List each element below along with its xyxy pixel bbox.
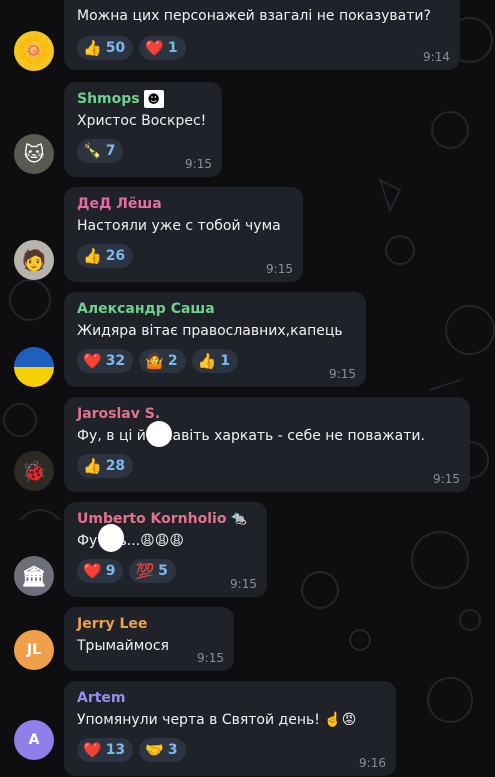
message-text: Фу, в ці й а навіть харкать - себе не по… bbox=[77, 428, 425, 444]
avatar[interactable]: JL bbox=[14, 630, 54, 670]
reaction-thumbs-up[interactable]: 👍 1 bbox=[191, 349, 239, 373]
message-bubble[interactable]: Александр Саша Жидяра вітає православних… bbox=[64, 292, 366, 387]
message-bubble[interactable]: Umberto Kornholio 🐀 Фу ать...😩😩😩 ❤️ 9 💯 5 … bbox=[64, 502, 267, 597]
reactions: 👍 28 bbox=[77, 454, 458, 478]
message-bubble[interactable]: Можна цих персонажей взагалі не показува… bbox=[64, 0, 460, 70]
rat-icon: 🐀 bbox=[230, 511, 247, 526]
reactions: ❤️ 32 🤷 2 👍 1 bbox=[77, 349, 354, 373]
reaction-heart[interactable]: ❤️ 9 bbox=[77, 559, 124, 583]
message-text: Можна цих персонажей взагалі не показува… bbox=[77, 8, 431, 24]
timestamp: 9:15 bbox=[266, 262, 293, 276]
reaction-heart[interactable]: ❤️ 1 bbox=[139, 36, 186, 60]
redaction-blob bbox=[146, 421, 172, 447]
reactions: ❤️ 9 💯 5 bbox=[77, 559, 255, 583]
reaction-heart[interactable]: ❤️ 13 bbox=[77, 738, 134, 762]
reaction-thumbs-up[interactable]: 👍 26 bbox=[77, 244, 134, 268]
message-bubble[interactable]: Jerry Lee Трымаймося 9:15 bbox=[64, 607, 234, 671]
sender-name: Artem bbox=[77, 690, 126, 706]
timestamp: 9:16 bbox=[359, 756, 386, 770]
timestamp: 9:15 bbox=[185, 157, 212, 171]
reactions: ❤️ 13 🤝 3 bbox=[77, 738, 384, 762]
reaction-thumbs-up[interactable]: 👍 28 bbox=[77, 454, 134, 478]
reaction-handshake[interactable]: 🤝 3 bbox=[139, 738, 186, 762]
message-text: Христос Воскрес! bbox=[77, 113, 207, 129]
timestamp: 9:15 bbox=[230, 577, 257, 591]
message-bubble[interactable]: Jaroslav S. Фу, в ці й а навіть харкать … bbox=[64, 397, 470, 492]
avatar-initials: JL bbox=[26, 642, 42, 658]
reaction-thumbs-up[interactable]: 👍 50 bbox=[77, 36, 134, 60]
timestamp: 9:14 bbox=[423, 50, 450, 64]
photo-avatar-icon: 🏛 bbox=[21, 564, 47, 588]
avatar[interactable]: 🐱 bbox=[14, 134, 54, 174]
sender-name: Jaroslav S. bbox=[77, 406, 161, 422]
troll-face-icon: ☻ bbox=[143, 90, 164, 108]
sender-name: ДеД Лёша bbox=[77, 196, 162, 212]
sender-name: Shmops ☻ bbox=[77, 90, 210, 108]
avatar[interactable] bbox=[14, 347, 54, 387]
message-text: Жидяра вітає православних,капець bbox=[77, 323, 343, 339]
message-bubble[interactable]: Shmops ☻ Христос Воскрес! 🍾 7 9:15 bbox=[64, 82, 222, 177]
sender-name: Jerry Lee bbox=[77, 616, 148, 632]
person-avatar-icon: 🧑 bbox=[21, 248, 47, 272]
avatar[interactable]: 🏛 bbox=[14, 556, 54, 596]
timestamp: 9:15 bbox=[197, 651, 224, 665]
avatar[interactable]: A bbox=[14, 720, 54, 760]
avatar[interactable]: 🌼 bbox=[14, 31, 54, 71]
reaction-shrug[interactable]: 🤷 2 bbox=[139, 349, 186, 373]
redaction-blob bbox=[98, 524, 124, 552]
reaction-champagne[interactable]: 🍾 7 bbox=[77, 139, 124, 163]
avatar[interactable]: 🧑 bbox=[14, 240, 54, 280]
message-bubble[interactable]: Artem Упомянули черта в Святой день! ☝️😡… bbox=[64, 681, 396, 776]
timestamp: 9:15 bbox=[433, 472, 460, 486]
bug-avatar-icon: 🐞 bbox=[21, 459, 47, 483]
reaction-heart[interactable]: ❤️ 32 bbox=[77, 349, 134, 373]
timestamp: 9:15 bbox=[329, 367, 356, 381]
message-bubble[interactable]: ДеД Лёша Настояли уже с тобой чума 👍 26 9… bbox=[64, 187, 303, 282]
avatar-initials: A bbox=[28, 732, 40, 748]
avatar[interactable]: 🐞 bbox=[14, 451, 54, 491]
reaction-hundred[interactable]: 💯 5 bbox=[129, 559, 176, 583]
cat-avatar-icon: 🐱 bbox=[23, 142, 45, 166]
message-text: Упомянули черта в Святой день! ☝️😡 bbox=[77, 712, 357, 728]
reactions: 👍 26 bbox=[77, 244, 291, 268]
dandelion-icon: 🌼 bbox=[17, 36, 51, 66]
reactions: 👍 50 ❤️ 1 bbox=[77, 36, 448, 60]
sender-name: Александр Саша bbox=[77, 301, 215, 317]
message-text: Настояли уже с тобой чума bbox=[77, 218, 281, 234]
